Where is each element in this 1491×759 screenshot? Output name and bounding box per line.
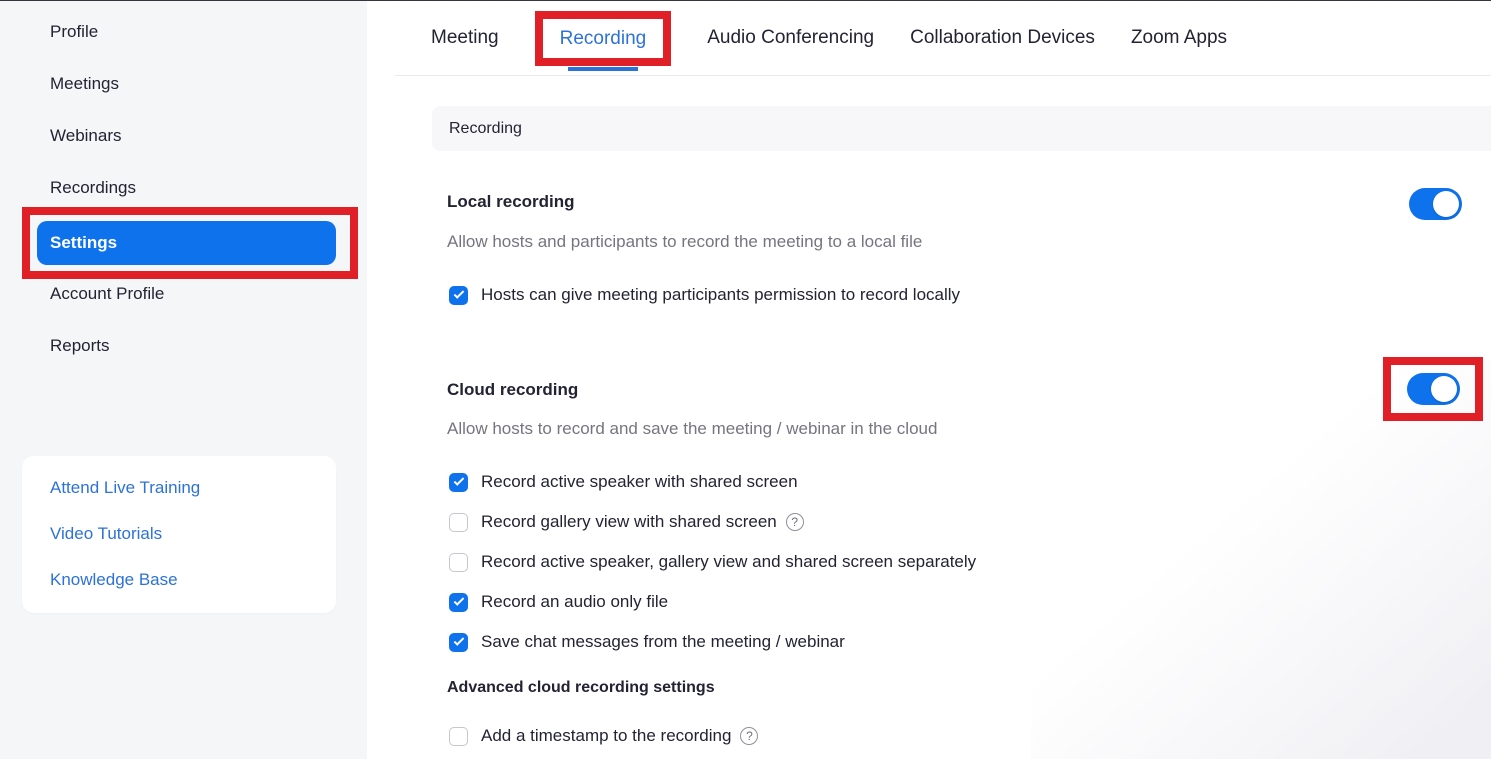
link-knowledge-base[interactable]: Knowledge Base: [50, 570, 178, 590]
checkbox[interactable]: [449, 286, 468, 305]
checkmark-icon: [453, 635, 464, 646]
tab-zoom-apps[interactable]: Zoom Apps: [1131, 27, 1227, 49]
sidebar-item-recordings[interactable]: Recordings: [50, 178, 136, 198]
local-recording-title: Local recording: [447, 192, 575, 212]
section-header-label: Recording: [449, 120, 522, 138]
option-record-active-speaker-shared-screen[interactable]: Record active speaker with shared screen: [449, 472, 798, 492]
help-links-card: Attend Live Training Video Tutorials Kno…: [22, 456, 336, 613]
option-save-chat-messages[interactable]: Save chat messages from the meeting / we…: [449, 632, 845, 652]
option-label: Save chat messages from the meeting / we…: [481, 632, 845, 652]
cloud-recording-toggle[interactable]: [1407, 373, 1460, 405]
toggle-knob: [1431, 376, 1457, 402]
section-header-recording: Recording: [432, 106, 1491, 151]
option-label: Record an audio only file: [481, 592, 668, 612]
active-tab-underline: [568, 67, 639, 71]
option-label: Record active speaker with shared screen: [481, 472, 798, 492]
sidebar-item-settings[interactable]: Settings: [37, 221, 336, 265]
option-label: Record active speaker, gallery view and …: [481, 552, 976, 572]
help-icon[interactable]: ?: [786, 513, 804, 531]
cloud-recording-description: Allow hosts to record and save the meeti…: [447, 419, 937, 439]
cloud-recording-title: Cloud recording: [447, 380, 578, 400]
checkbox[interactable]: [449, 633, 468, 652]
link-attend-live-training[interactable]: Attend Live Training: [50, 478, 200, 498]
window-top-edge: [0, 0, 1491, 1]
checkmark-icon: [453, 595, 464, 606]
option-label: Hosts can give meeting participants perm…: [481, 285, 960, 305]
checkbox[interactable]: [449, 593, 468, 612]
checkmark-icon: [453, 475, 464, 486]
sidebar-item-reports[interactable]: Reports: [50, 336, 110, 356]
option-hosts-permission-record-locally[interactable]: Hosts can give meeting participants perm…: [449, 285, 960, 305]
advanced-cloud-settings-title: Advanced cloud recording settings: [447, 679, 715, 697]
toggle-knob: [1433, 191, 1459, 217]
sidebar-item-webinars[interactable]: Webinars: [50, 126, 122, 146]
tab-recording-label: Recording: [560, 28, 647, 49]
checkbox[interactable]: [449, 553, 468, 572]
option-record-separately[interactable]: Record active speaker, gallery view and …: [449, 552, 976, 572]
sidebar-item-account-profile[interactable]: Account Profile: [50, 284, 164, 304]
tab-recording[interactable]: Recording: [560, 28, 647, 50]
option-add-timestamp[interactable]: Add a timestamp to the recording ?: [449, 726, 758, 746]
sidebar-item-profile[interactable]: Profile: [50, 22, 98, 42]
option-label: Record gallery view with shared screen: [481, 512, 777, 532]
annotation-box-cloud-toggle: [1383, 357, 1483, 421]
checkbox[interactable]: [449, 513, 468, 532]
sidebar-item-meetings[interactable]: Meetings: [50, 74, 119, 94]
local-recording-toggle[interactable]: [1409, 188, 1462, 220]
checkbox[interactable]: [449, 473, 468, 492]
option-record-audio-only[interactable]: Record an audio only file: [449, 592, 668, 612]
tab-collaboration-devices[interactable]: Collaboration Devices: [910, 27, 1095, 49]
tab-meeting[interactable]: Meeting: [431, 27, 499, 49]
sidebar: Profile Meetings Webinars Recordings Set…: [0, 0, 367, 759]
zoom-settings-page: Profile Meetings Webinars Recordings Set…: [0, 0, 1491, 759]
checkbox[interactable]: [449, 727, 468, 746]
settings-tab-bar: Meeting Recording Audio Conferencing Col…: [367, 0, 1491, 76]
help-icon[interactable]: ?: [740, 727, 758, 745]
local-recording-description: Allow hosts and participants to record t…: [447, 232, 922, 252]
option-record-gallery-view-shared-screen[interactable]: Record gallery view with shared screen ?: [449, 512, 804, 532]
annotation-box-recording-tab: Recording: [535, 11, 672, 66]
checkmark-icon: [453, 288, 464, 299]
tab-audio-conferencing[interactable]: Audio Conferencing: [707, 27, 874, 49]
main-content: Meeting Recording Audio Conferencing Col…: [367, 0, 1491, 759]
link-video-tutorials[interactable]: Video Tutorials: [50, 524, 162, 544]
option-label: Add a timestamp to the recording: [481, 726, 731, 746]
